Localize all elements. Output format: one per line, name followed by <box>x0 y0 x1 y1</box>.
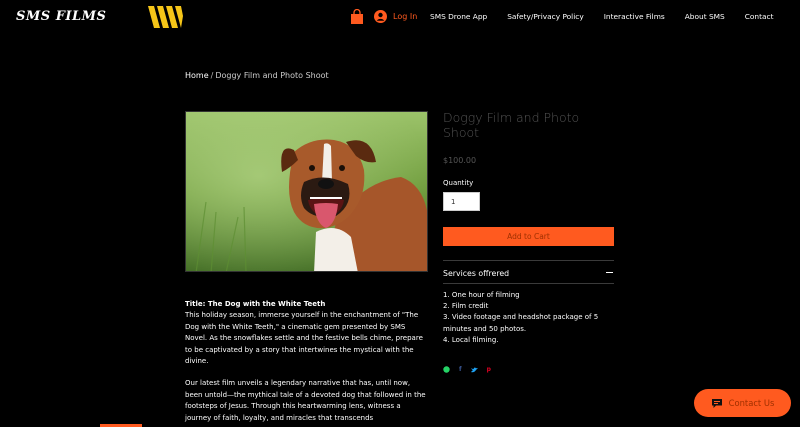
site-header: SMS FILMS Log In SMS Drone App Safety/Pr… <box>0 0 800 36</box>
divider <box>443 283 614 284</box>
quantity-input[interactable]: 1 <box>443 192 480 211</box>
user-icon <box>374 10 387 23</box>
product-description: Title: The Dog with the White Teeth This… <box>185 299 428 427</box>
product-price: $100.00 <box>443 156 477 165</box>
nav-item-safety-policy[interactable]: Safety/Privacy Policy <box>507 12 584 21</box>
login-label: Log In <box>393 12 418 21</box>
contact-us-button[interactable]: Contact Us <box>694 389 791 417</box>
services-list: 1. One hour of filming 2. Film credit 3.… <box>443 290 615 346</box>
nav-item-contact[interactable]: Contact <box>745 12 774 21</box>
login-link[interactable]: Log In <box>374 10 417 23</box>
breadcrumb-home[interactable]: Home <box>185 71 209 80</box>
quantity-label: Quantity <box>443 179 474 187</box>
description-paragraph: Our latest film unveils a legendary narr… <box>185 379 426 422</box>
logo-icon[interactable] <box>146 4 184 30</box>
add-to-cart-button[interactable]: Add to Cart <box>443 227 614 246</box>
collapse-icon[interactable] <box>606 272 613 273</box>
service-item: 1. One hour of filming <box>443 291 520 299</box>
dog-photo <box>186 112 427 271</box>
contact-us-label: Contact Us <box>728 398 775 408</box>
breadcrumb-current: Doggy Film and Photo Shoot <box>215 71 329 80</box>
breadcrumb: Home / Doggy Film and Photo Shoot <box>185 71 329 80</box>
service-item: 3. Video footage and headshot package of… <box>443 313 599 333</box>
breadcrumb-separator: / <box>210 71 214 80</box>
cart-icon[interactable] <box>350 9 364 25</box>
description-title: Title: The Dog with the White Teeth <box>185 300 326 308</box>
service-item: 2. Film credit <box>443 302 489 311</box>
twitter-icon[interactable] <box>470 367 478 373</box>
site-brand[interactable]: SMS FILMS <box>16 9 106 24</box>
facebook-icon[interactable]: f <box>459 366 462 373</box>
nav-item-about[interactable]: About SMS <box>685 12 725 21</box>
description-paragraph: This holiday season, immerse yourself in… <box>185 311 423 366</box>
divider <box>443 260 614 261</box>
main-nav: SMS Drone App Safety/Privacy Policy Inte… <box>430 12 773 21</box>
nav-item-drone-app[interactable]: SMS Drone App <box>430 12 487 21</box>
product-title: Doggy Film and Photo Shoot <box>443 110 580 140</box>
share-bar: f p <box>443 366 491 373</box>
nav-item-interactive-films[interactable]: Interactive Films <box>604 12 665 21</box>
product-image[interactable] <box>185 111 428 272</box>
service-item: 4. Local filming. <box>443 335 499 344</box>
pinterest-icon[interactable]: p <box>487 366 491 373</box>
chat-icon <box>711 398 722 408</box>
services-heading[interactable]: Services offrered <box>443 269 509 278</box>
whatsapp-icon[interactable] <box>443 366 450 373</box>
